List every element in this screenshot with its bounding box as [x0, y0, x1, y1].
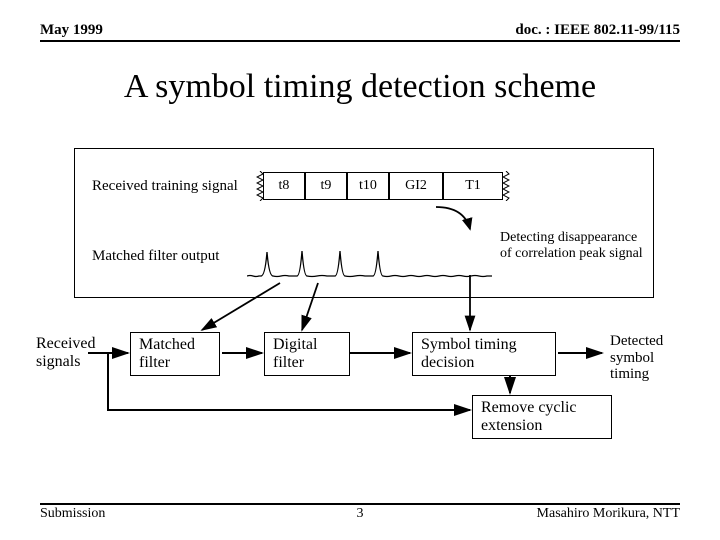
header-doc: doc. : IEEE 802.11-99/115	[515, 22, 680, 39]
matched-filter-output-label: Matched filter output	[92, 248, 219, 265]
segment-t10: t10	[347, 172, 389, 200]
segment-gi2: GI2	[389, 172, 443, 200]
curve-arrow-icon	[434, 205, 484, 235]
detected-symbol-timing-label: Detected symbol timing	[610, 333, 690, 383]
slide-header: May 1999 doc. : IEEE 802.11-99/115	[40, 22, 680, 42]
segment-t8: t8	[263, 172, 305, 200]
remove-cyclic-extension-block: Remove cyclic extension	[472, 395, 612, 439]
matched-filter-block: Matched filter	[130, 332, 220, 376]
slide-title: A symbol timing detection scheme	[0, 68, 720, 106]
segment-t9: t9	[305, 172, 347, 200]
jagged-right-icon	[502, 171, 510, 201]
symbol-timing-decision-block: Symbol timing decision	[412, 332, 556, 376]
received-training-signal-label: Received training signal	[92, 178, 238, 195]
segment-t1: T1	[443, 172, 503, 200]
flow-arrows	[30, 275, 690, 475]
detect-disappearance-label: Detecting disappearance of correlation p…	[500, 230, 670, 262]
digital-filter-block: Digital filter	[264, 332, 350, 376]
footer-left: Submission	[40, 506, 105, 522]
footer-right: Masahiro Morikura, NTT	[537, 506, 680, 522]
header-date: May 1999	[40, 22, 103, 39]
slide-footer: Submission Masahiro Morikura, NTT	[40, 503, 680, 522]
